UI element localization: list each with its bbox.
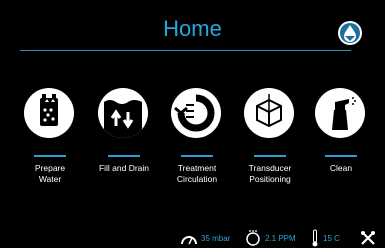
pressure-value: 35 mbar [201, 233, 231, 243]
pressure-status: 35 mbar [180, 228, 230, 248]
tools-icon[interactable] [360, 230, 376, 246]
tile-underline [254, 155, 286, 157]
tile-label: Clean [329, 163, 353, 173]
flow-icon [246, 230, 260, 246]
temperature-status: 15 C [310, 228, 340, 248]
header-divider [20, 50, 351, 51]
page-title: Home [163, 16, 222, 41]
header-bar: Home [0, 0, 385, 52]
water-drop-icon[interactable] [337, 20, 363, 46]
cube-axes-icon [244, 88, 294, 138]
circulation-icon [171, 88, 221, 138]
spray-bottle-icon [315, 88, 365, 138]
tile-underline [325, 155, 357, 157]
temperature-value: 15 C [323, 233, 340, 243]
tile-underline [34, 155, 66, 157]
flow-status: 2.1 PPM [244, 228, 296, 248]
fill-drain-icon [98, 88, 148, 138]
tile-underline [181, 155, 213, 157]
gauge-icon [181, 236, 197, 245]
tile-underline [108, 155, 140, 157]
thermometer-icon [312, 229, 318, 247]
water-tank-icon [24, 88, 74, 138]
flow-value: 2.1 PPM [265, 233, 296, 243]
